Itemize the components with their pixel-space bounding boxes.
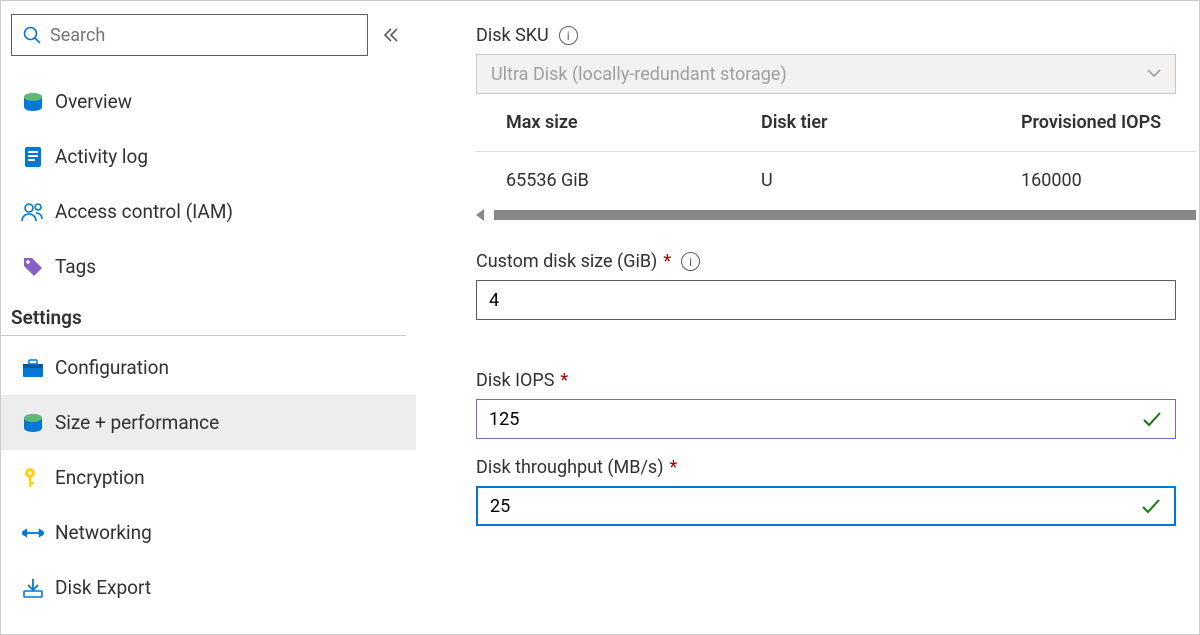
required-indicator: * (560, 370, 568, 391)
cell-disk-tier: U (761, 170, 1021, 191)
disk-sku-label-row: Disk SKU i (476, 25, 1199, 46)
main-panel: Disk SKU i Ultra Disk (locally-redundant… (416, 1, 1199, 634)
search-icon (22, 25, 42, 45)
sidebar-item-configuration[interactable]: Configuration (1, 340, 416, 395)
key-icon (11, 467, 55, 489)
custom-disk-size-label-row: Custom disk size (GiB) * i (476, 251, 1199, 272)
sidebar-item-overview[interactable]: Overview (1, 74, 416, 129)
export-icon (11, 577, 55, 599)
sidebar-item-label: Activity log (55, 145, 148, 168)
chevron-down-icon (1147, 69, 1161, 79)
sidebar-item-disk-export[interactable]: Disk Export (1, 560, 416, 615)
sidebar-item-activity-log[interactable]: Activity log (1, 129, 416, 184)
custom-disk-size-input[interactable] (489, 290, 1163, 311)
disk-throughput-label: Disk throughput (MB/s) (476, 457, 663, 478)
table-header: Max size Disk tier Provisioned IOPS (476, 94, 1196, 152)
search-input[interactable] (50, 25, 357, 46)
sidebar-item-access-control[interactable]: Access control (IAM) (1, 184, 416, 239)
sidebar-item-label: Networking (55, 521, 152, 544)
disk-icon (11, 412, 55, 434)
horizontal-scrollbar[interactable] (476, 209, 1196, 221)
checkmark-icon (1140, 495, 1162, 517)
sidebar-item-networking[interactable]: Networking (1, 505, 416, 560)
scroll-left-icon (476, 209, 484, 221)
sidebar-item-label: Overview (55, 90, 132, 113)
network-icon (11, 523, 55, 543)
sidebar-item-encryption[interactable]: Encryption (1, 450, 416, 505)
search-input-wrapper[interactable] (11, 14, 368, 56)
sidebar-item-label: Encryption (55, 466, 145, 489)
tag-icon (11, 256, 55, 278)
required-indicator: * (669, 457, 677, 478)
required-indicator: * (663, 251, 671, 272)
sidebar-item-label: Configuration (55, 356, 169, 379)
col-disk-tier: Disk tier (761, 112, 1021, 133)
disk-iops-input-wrapper[interactable] (476, 399, 1176, 439)
checkmark-icon (1141, 408, 1163, 430)
people-icon (11, 201, 55, 223)
disk-icon (11, 91, 55, 113)
disk-sku-label: Disk SKU (476, 25, 549, 46)
sidebar-item-label: Disk Export (55, 576, 151, 599)
cell-provisioned-iops: 160000 (1021, 170, 1196, 191)
sidebar-item-label: Tags (55, 255, 96, 278)
log-icon (11, 146, 55, 168)
sidebar-section-settings: Settings (1, 294, 406, 336)
table-row[interactable]: 65536 GiB U 160000 (476, 152, 1196, 209)
sidebar-item-label: Size + performance (55, 411, 219, 434)
disk-throughput-label-row: Disk throughput (MB/s) * (476, 457, 1199, 478)
disk-iops-label-row: Disk IOPS * (476, 370, 1199, 391)
disk-sku-dropdown[interactable]: Ultra Disk (locally-redundant storage) (476, 54, 1176, 94)
custom-disk-size-input-wrapper[interactable] (476, 280, 1176, 320)
info-icon[interactable]: i (681, 252, 700, 271)
col-provisioned-iops: Provisioned IOPS (1021, 112, 1196, 133)
sidebar: Overview Activity log Access control (IA… (1, 1, 416, 634)
disk-throughput-input-wrapper[interactable] (476, 486, 1176, 526)
cell-max-size: 65536 GiB (506, 170, 761, 191)
disk-iops-label: Disk IOPS (476, 370, 554, 391)
custom-disk-size-label: Custom disk size (GiB) (476, 251, 657, 272)
scrollbar-track (494, 210, 1196, 220)
info-icon[interactable]: i (559, 26, 578, 45)
col-max-size: Max size (506, 112, 761, 133)
sidebar-item-tags[interactable]: Tags (1, 239, 416, 294)
disk-sku-value: Ultra Disk (locally-redundant storage) (491, 64, 787, 85)
collapse-sidebar-button[interactable] (376, 27, 406, 43)
sidebar-item-size-performance[interactable]: Size + performance (1, 395, 416, 450)
sku-table: Max size Disk tier Provisioned IOPS 6553… (476, 94, 1196, 209)
disk-throughput-input[interactable] (490, 496, 1140, 517)
sidebar-item-label: Access control (IAM) (55, 200, 233, 223)
toolbox-icon (11, 358, 55, 378)
disk-iops-input[interactable] (489, 409, 1141, 430)
